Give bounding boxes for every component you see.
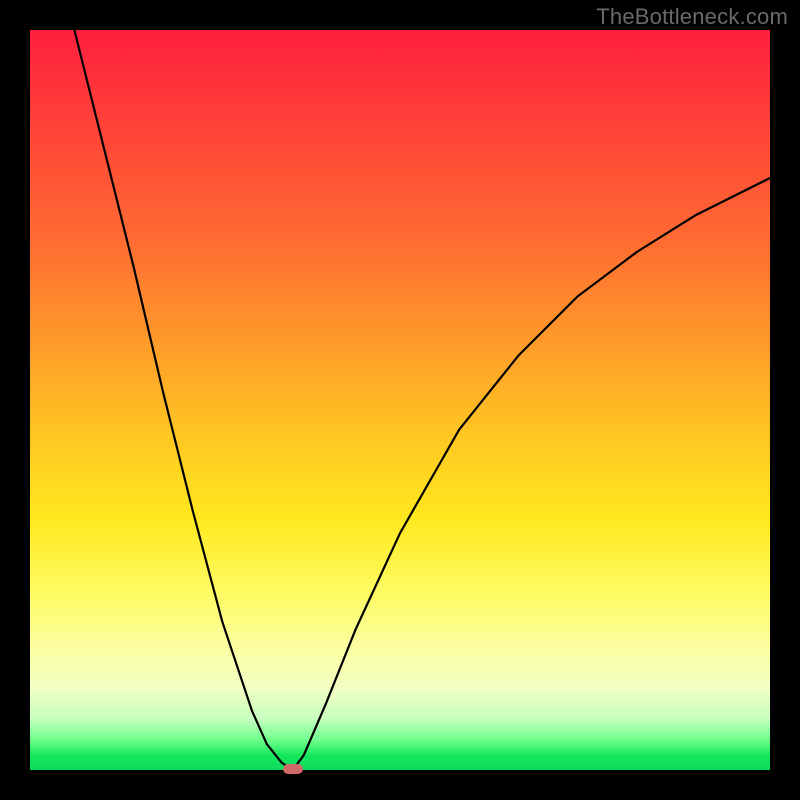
- chart-container: TheBottleneck.com: [0, 0, 800, 800]
- curve-path-right: [293, 178, 770, 770]
- bottleneck-curve: [30, 30, 770, 770]
- watermark-text: TheBottleneck.com: [596, 4, 788, 30]
- plot-area: [30, 30, 770, 770]
- curve-path-left: [74, 30, 292, 770]
- trough-marker: [283, 764, 303, 774]
